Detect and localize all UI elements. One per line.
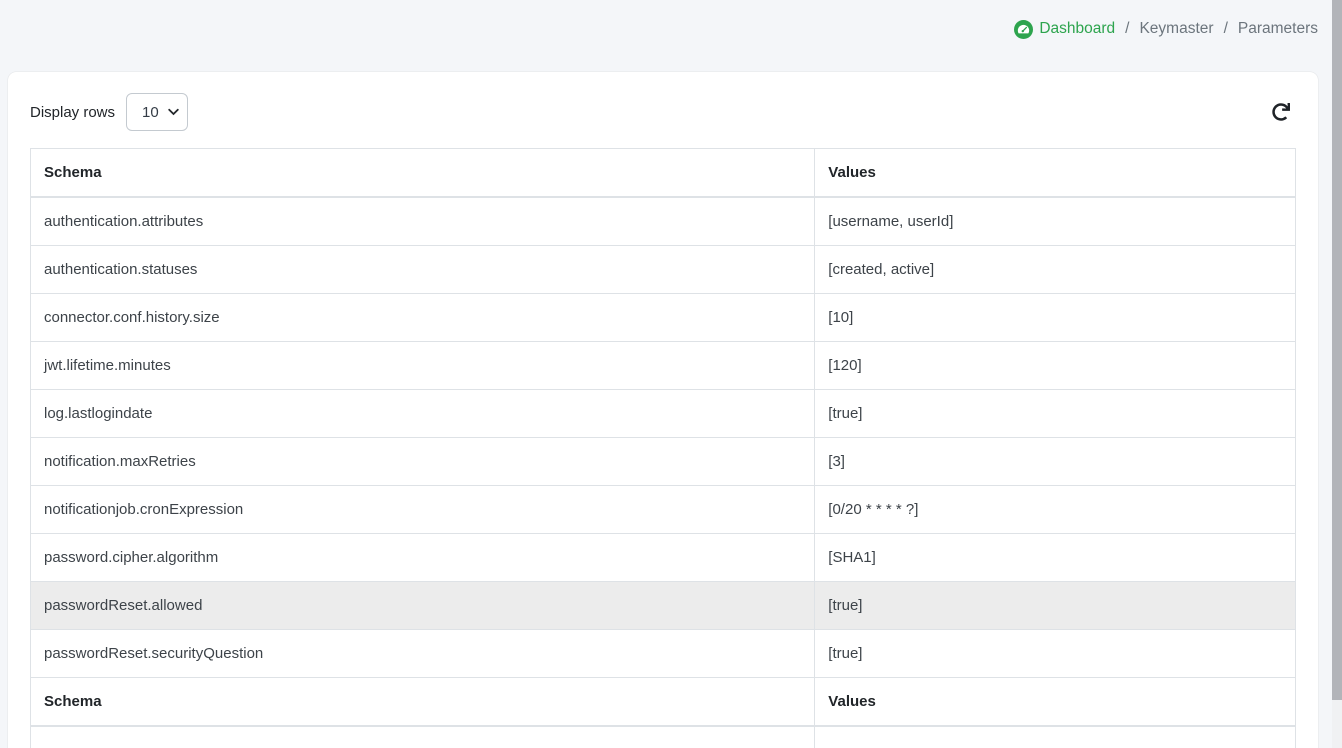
breadcrumb-item-parameters: Parameters: [1238, 20, 1318, 38]
footer-column-header-values: Values: [815, 678, 1296, 727]
schema-cell: password.cipher.algorithm: [31, 534, 815, 582]
footer-column-header-schema: Schema: [31, 678, 815, 727]
breadcrumb: Dashboard / Keymaster / Parameters: [1014, 20, 1318, 39]
schema-cell: connector.conf.history.size: [31, 294, 815, 342]
values-cell: [120]: [815, 342, 1296, 390]
table-row[interactable]: jwt.lifetime.minutes[120]: [31, 342, 1296, 390]
breadcrumb-label-dashboard: Dashboard: [1039, 20, 1115, 38]
display-rows-select-wrap: 10: [126, 93, 188, 131]
schema-cell: authentication.statuses: [31, 246, 815, 294]
scrollbar-thumb[interactable]: [1332, 0, 1342, 700]
breadcrumb-separator: /: [1224, 20, 1228, 38]
table-row[interactable]: connector.conf.history.size[10]: [31, 294, 1296, 342]
values-cell: [SHA1]: [815, 534, 1296, 582]
display-rows-select[interactable]: 10: [126, 93, 188, 131]
values-cell: [true]: [815, 582, 1296, 630]
display-rows-label: Display rows: [30, 104, 115, 121]
schema-cell: log.lastlogindate: [31, 390, 815, 438]
schema-cell: jwt.lifetime.minutes: [31, 342, 815, 390]
column-header-schema: Schema: [31, 149, 815, 198]
column-header-values: Values: [815, 149, 1296, 198]
table-header-row: Schema Values: [31, 149, 1296, 198]
table-row[interactable]: authentication.attributes[username, user…: [31, 197, 1296, 246]
values-cell: [username, userId]: [815, 197, 1296, 246]
dashboard-icon: [1014, 20, 1033, 39]
parameters-table: Schema Values authentication.attributes[…: [30, 148, 1296, 748]
schema-cell: passwordReset.allowed: [31, 582, 815, 630]
vertical-scrollbar[interactable]: [1332, 0, 1342, 748]
table-controls: Display rows 10: [30, 93, 1296, 131]
values-cell: [created, active]: [815, 246, 1296, 294]
values-cell: [10]: [815, 294, 1296, 342]
table-row[interactable]: notification.maxRetries[3]: [31, 438, 1296, 486]
values-cell: [true]: [815, 630, 1296, 678]
schema-cell: authentication.attributes: [31, 197, 815, 246]
schema-cell: passwordReset.securityQuestion: [31, 630, 815, 678]
table-row[interactable]: notificationjob.cronExpression[0/20 * * …: [31, 486, 1296, 534]
filler-cell: [31, 726, 815, 748]
breadcrumb-item-keymaster[interactable]: Keymaster: [1139, 20, 1213, 38]
values-cell: [0/20 * * * * ?]: [815, 486, 1296, 534]
table-row[interactable]: log.lastlogindate[true]: [31, 390, 1296, 438]
table-footer-header-row: Schema Values: [31, 678, 1296, 727]
parameters-panel: Display rows 10 Schema Valu: [8, 72, 1318, 748]
table-row[interactable]: passwordReset.allowed[true]: [31, 582, 1296, 630]
refresh-icon: [1272, 103, 1290, 121]
schema-cell: notification.maxRetries: [31, 438, 815, 486]
schema-cell: notificationjob.cronExpression: [31, 486, 815, 534]
breadcrumb-item-dashboard[interactable]: Dashboard: [1014, 20, 1115, 39]
values-cell: [true]: [815, 390, 1296, 438]
top-bar: Dashboard / Keymaster / Parameters: [0, 0, 1332, 58]
table-row[interactable]: password.cipher.algorithm[SHA1]: [31, 534, 1296, 582]
table-filler-row: [31, 726, 1296, 748]
table-row[interactable]: authentication.statuses[created, active]: [31, 246, 1296, 294]
values-cell: [3]: [815, 438, 1296, 486]
breadcrumb-separator: /: [1125, 20, 1129, 38]
refresh-button[interactable]: [1270, 101, 1292, 123]
filler-cell: [815, 726, 1296, 748]
table-row[interactable]: passwordReset.securityQuestion[true]: [31, 630, 1296, 678]
